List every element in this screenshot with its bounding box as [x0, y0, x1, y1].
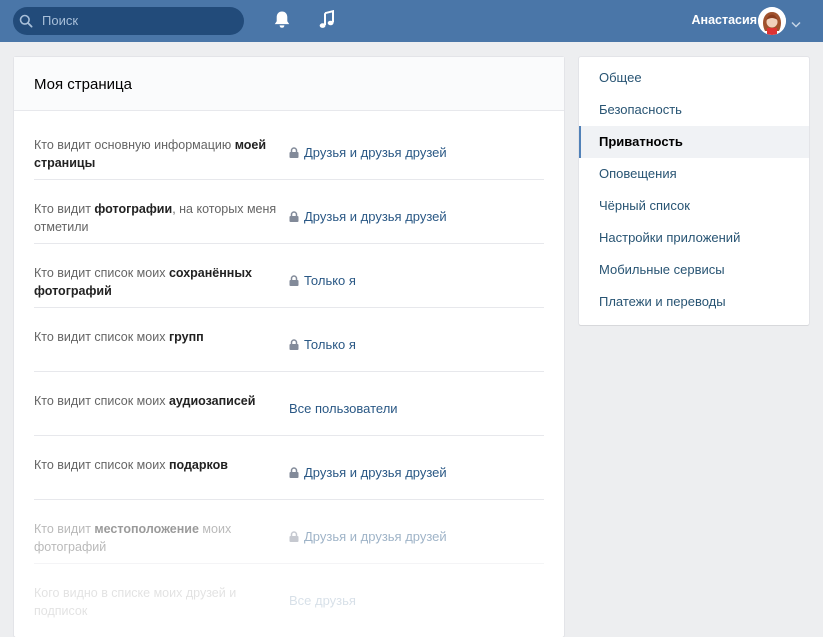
privacy-row-photo-location: Кто видит местоположение моих фотографий… — [34, 500, 544, 564]
menu-item-blacklist[interactable]: Чёрный список — [579, 190, 809, 222]
settings-menu: Общее Безопасность Приватность Оповещени… — [579, 57, 809, 325]
menu-item-privacy[interactable]: Приватность — [579, 126, 809, 158]
privacy-question: Кто видит список моих сохранённых фотогр… — [34, 266, 252, 298]
privacy-value-dropdown[interactable]: Друзья и друзья друзей — [289, 529, 447, 545]
top-bar: Поиск Анастасия — [0, 0, 823, 42]
privacy-row-saved-photos: Кто видит список моих сохранённых фотогр… — [34, 244, 544, 308]
lock-icon — [289, 210, 299, 225]
music-icon[interactable] — [318, 9, 336, 33]
search-input[interactable]: Поиск — [13, 7, 244, 35]
privacy-question: Кто видит список моих аудиозаписей — [34, 394, 256, 408]
user-name[interactable]: Анастасия — [692, 13, 758, 27]
privacy-question: Кто видит список моих подарков — [34, 458, 228, 472]
page-title: Моя страница — [34, 76, 132, 93]
privacy-value-dropdown[interactable]: Друзья и друзья друзей — [289, 465, 447, 481]
lock-icon — [289, 338, 299, 353]
search-placeholder: Поиск — [42, 13, 79, 28]
menu-item-payments[interactable]: Платежи и переводы — [579, 286, 809, 318]
avatar[interactable] — [758, 7, 786, 35]
privacy-row-groups: Кто видит список моих групп Только я — [34, 308, 544, 372]
menu-item-mobile-services[interactable]: Мобильные сервисы — [579, 254, 809, 286]
privacy-settings-card: Моя страница Кто видит основную информац… — [14, 57, 564, 637]
menu-item-security[interactable]: Безопасность — [579, 94, 809, 126]
privacy-row-main-info: Кто видит основную информацию моей стран… — [34, 116, 544, 180]
privacy-question: Кто видит основную информацию моей стран… — [34, 138, 267, 170]
privacy-row-audio: Кто видит список моих аудиозаписей Все п… — [34, 372, 544, 436]
search-icon — [19, 14, 33, 28]
bell-icon[interactable] — [273, 10, 291, 33]
privacy-value-dropdown[interactable]: Только я — [289, 337, 356, 353]
chevron-down-icon[interactable] — [791, 16, 801, 31]
privacy-question: Кто видит фотографии, на которых меня от… — [34, 202, 277, 234]
lock-icon — [289, 146, 299, 161]
privacy-question: Кто видит местоположение моих фотографий — [34, 522, 232, 554]
lock-icon — [289, 274, 299, 289]
privacy-value-dropdown[interactable]: Все друзья — [289, 593, 356, 608]
privacy-row-tagged-photos: Кто видит фотографии, на которых меня от… — [34, 180, 544, 244]
menu-item-app-settings[interactable]: Настройки приложений — [579, 222, 809, 254]
privacy-value-dropdown[interactable]: Друзья и друзья друзей — [289, 145, 447, 161]
lock-icon — [289, 466, 299, 481]
lock-icon — [289, 530, 299, 545]
privacy-question: Кто видит список моих групп — [34, 330, 204, 344]
privacy-row-friends-visibility: Кого видно в списке моих друзей и подпис… — [34, 564, 544, 628]
menu-item-general[interactable]: Общее — [579, 62, 809, 94]
privacy-question: Кого видно в списке моих друзей и подпис… — [34, 586, 237, 618]
menu-item-notifications[interactable]: Оповещения — [579, 158, 809, 190]
privacy-row-gifts: Кто видит список моих подарков Друзья и … — [34, 436, 544, 500]
privacy-value-dropdown[interactable]: Только я — [289, 273, 356, 289]
privacy-value-dropdown[interactable]: Все пользователи — [289, 401, 398, 416]
privacy-value-dropdown[interactable]: Друзья и друзья друзей — [289, 209, 447, 225]
